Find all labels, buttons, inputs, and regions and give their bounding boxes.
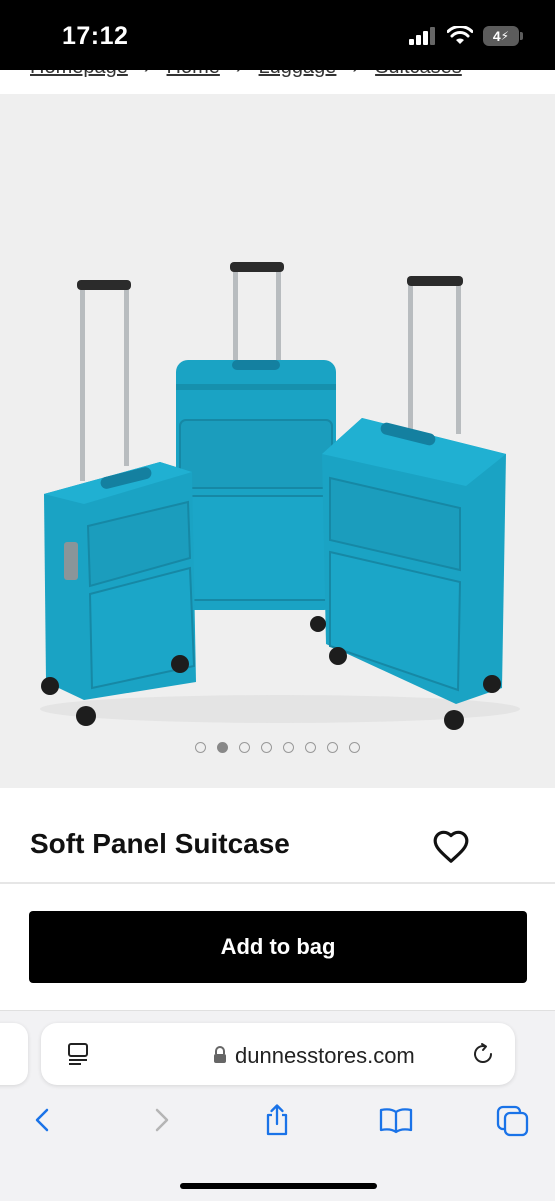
url-text: dunnesstores.com — [235, 1043, 415, 1068]
product-image — [40, 262, 520, 730]
wifi-icon — [447, 26, 473, 44]
carousel-dot[interactable] — [239, 742, 250, 753]
share-icon[interactable] — [262, 1103, 292, 1137]
divider — [0, 882, 555, 884]
reader-icon[interactable] — [67, 1042, 89, 1066]
carousel-dot[interactable] — [327, 742, 338, 753]
back-icon[interactable] — [28, 1105, 58, 1135]
address-bar[interactable]: dunnesstores.com — [41, 1023, 515, 1085]
status-bar: 17:12 4 ⚡ — [0, 0, 555, 70]
browser-toolbar: dunnesstores.com — [0, 1010, 555, 1201]
carousel-dot[interactable] — [261, 742, 272, 753]
tabs-icon[interactable] — [496, 1105, 530, 1137]
carousel-dot[interactable] — [283, 742, 294, 753]
product-title: Soft Panel Suitcase — [30, 828, 290, 859]
carousel-dots — [0, 742, 555, 753]
reload-icon[interactable] — [471, 1042, 495, 1066]
previous-tab-pill[interactable] — [0, 1023, 28, 1085]
suitcase-medium-illustration — [310, 276, 506, 730]
bookmarks-icon[interactable] — [378, 1105, 414, 1135]
suitcase-small-illustration — [41, 280, 196, 726]
suitcase-large-illustration — [176, 262, 336, 610]
add-to-bag-button[interactable]: Add to bag — [29, 911, 527, 983]
home-indicator — [180, 1183, 377, 1189]
heart-icon[interactable] — [432, 828, 470, 866]
carousel-dot[interactable] — [195, 742, 206, 753]
forward-icon[interactable] — [146, 1105, 176, 1135]
status-icons: 4 ⚡ — [409, 26, 523, 46]
battery-indicator: 4 ⚡ — [483, 26, 523, 46]
carousel-dot[interactable] — [305, 742, 316, 753]
lock-icon — [214, 1046, 226, 1063]
carousel-dot[interactable] — [349, 742, 360, 753]
status-time: 17:12 — [62, 22, 129, 50]
signal-icon — [409, 27, 435, 45]
product-image-carousel[interactable] — [0, 94, 555, 788]
carousel-dot[interactable] — [217, 742, 228, 753]
battery-level: 4 — [492, 28, 501, 44]
